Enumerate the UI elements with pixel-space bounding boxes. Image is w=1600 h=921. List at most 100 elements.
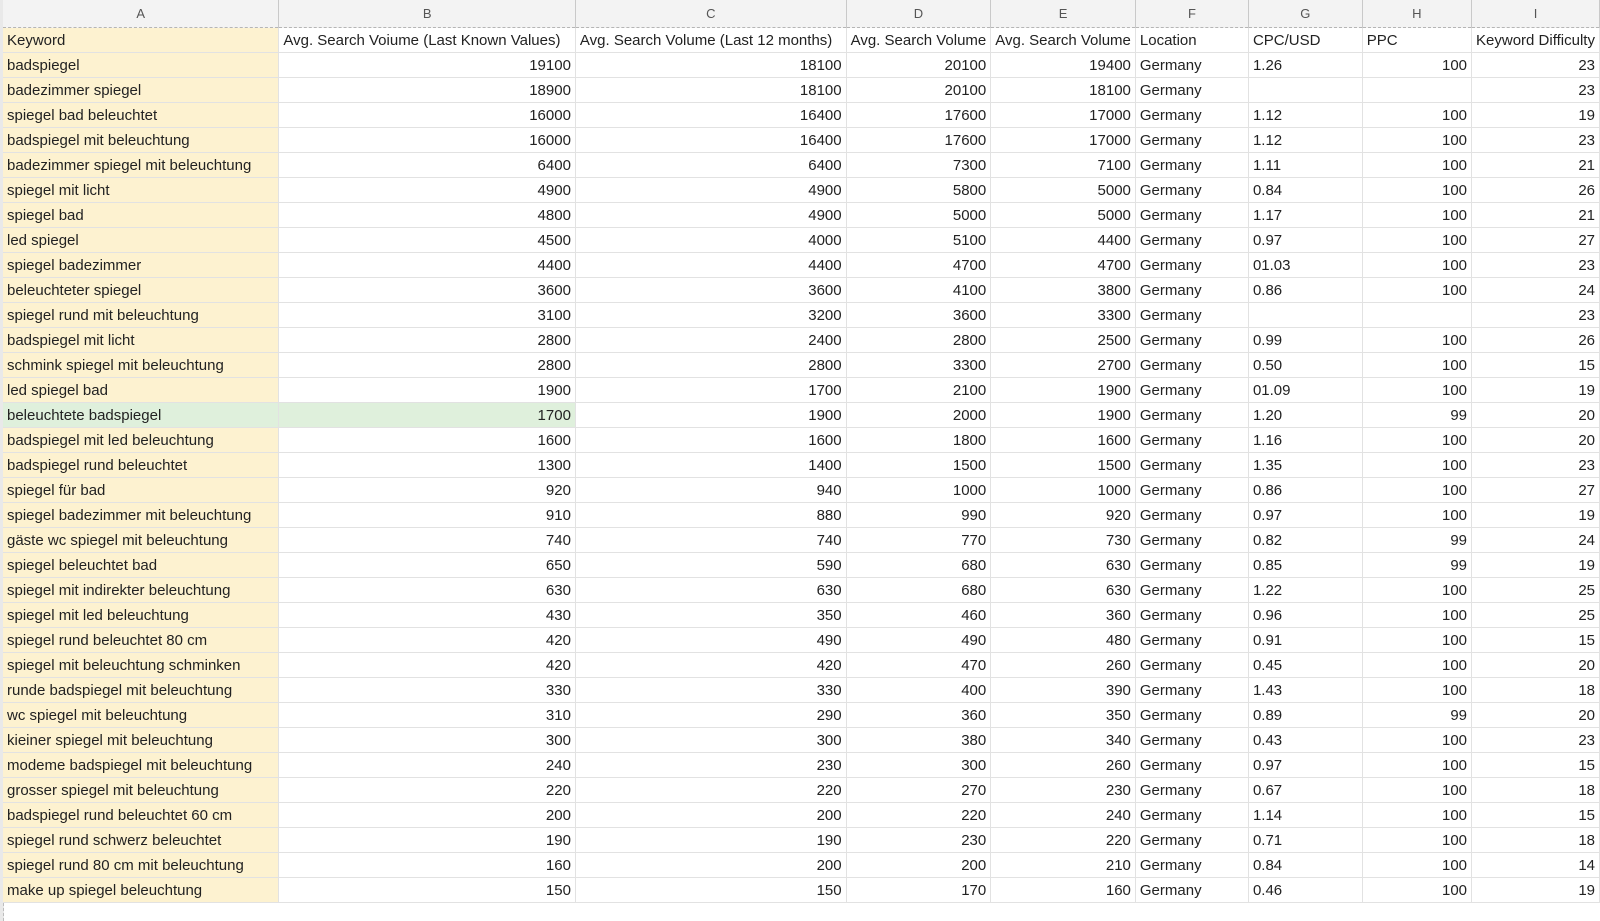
cell-h[interactable]: 100 [1362, 502, 1473, 528]
cell-c[interactable]: 1900 [575, 402, 847, 428]
cell-f[interactable]: Germany [1135, 227, 1249, 253]
cell-d[interactable]: 5100 [846, 227, 992, 253]
cell-a[interactable]: spiegel für bad [3, 477, 280, 503]
cell-h[interactable]: 99 [1362, 402, 1473, 428]
header-cell[interactable]: Location [1135, 27, 1249, 53]
cell-i[interactable]: 18 [1471, 827, 1600, 853]
cell-c[interactable]: 18100 [575, 77, 847, 103]
cell-a[interactable]: spiegel mit beleuchtung schminken [3, 652, 280, 678]
cell-f[interactable]: Germany [1135, 177, 1249, 203]
cell-c[interactable]: 200 [575, 802, 847, 828]
cell-b[interactable]: 200 [278, 802, 576, 828]
cell-h[interactable]: 100 [1362, 177, 1473, 203]
cell-g[interactable]: 1.22 [1248, 577, 1363, 603]
cell-f[interactable]: Germany [1135, 502, 1249, 528]
header-cell[interactable]: CPC/USD [1248, 27, 1363, 53]
cell-f[interactable]: Germany [1135, 302, 1249, 328]
cell-a[interactable]: badspiegel mit licht [3, 327, 280, 353]
cell-f[interactable]: Germany [1135, 102, 1249, 128]
cell-c[interactable]: 200 [575, 852, 847, 878]
cell-f[interactable]: Germany [1135, 652, 1249, 678]
cell-g[interactable]: 0.71 [1248, 827, 1363, 853]
cell-i[interactable]: 15 [1471, 802, 1600, 828]
cell-f[interactable]: Germany [1135, 152, 1249, 178]
cell-c[interactable]: 3600 [575, 277, 847, 303]
cell-h[interactable]: 100 [1362, 652, 1473, 678]
cell-f[interactable]: Germany [1135, 852, 1249, 878]
cell-a[interactable]: spiegel rund beleuchtet 80 cm [3, 627, 280, 653]
cell-i[interactable]: 20 [1471, 402, 1600, 428]
cell-f[interactable]: Germany [1135, 327, 1249, 353]
cell-e[interactable]: 1900 [990, 402, 1136, 428]
cell-c[interactable]: 18100 [575, 52, 847, 78]
cell-a[interactable]: make up spiegel beleuchtung [3, 877, 280, 903]
cell-g[interactable]: 0.85 [1248, 552, 1363, 578]
cell-e[interactable]: 630 [990, 577, 1136, 603]
cell-h[interactable]: 100 [1362, 277, 1473, 303]
cell-b[interactable]: 430 [278, 602, 576, 628]
column-header-d[interactable]: D [846, 0, 992, 28]
column-header-b[interactable]: B [278, 0, 576, 28]
cell-i[interactable]: 18 [1471, 777, 1600, 803]
cell-d[interactable]: 230 [846, 827, 992, 853]
cell-f[interactable]: Germany [1135, 477, 1249, 503]
cell-c[interactable]: 590 [575, 552, 847, 578]
cell-c[interactable]: 420 [575, 652, 847, 678]
cell-f[interactable]: Germany [1135, 877, 1249, 903]
cell-h[interactable]: 100 [1362, 727, 1473, 753]
cell-d[interactable]: 2100 [846, 377, 992, 403]
header-cell[interactable]: Avg. Search Volume [846, 27, 992, 53]
cell-e[interactable]: 230 [990, 777, 1136, 803]
cell-b[interactable]: 16000 [278, 102, 576, 128]
cell-b[interactable]: 4400 [278, 252, 576, 278]
cell-h[interactable]: 100 [1362, 327, 1473, 353]
cell-a[interactable]: modeme badspiegel mit beleuchtung [3, 752, 280, 778]
cell-c[interactable]: 940 [575, 477, 847, 503]
cell-a[interactable]: spiegel beleuchtet bad [3, 552, 280, 578]
cell-b[interactable]: 3600 [278, 277, 576, 303]
cell-d[interactable]: 1500 [846, 452, 992, 478]
cell-b[interactable]: 310 [278, 702, 576, 728]
cell-e[interactable]: 210 [990, 852, 1136, 878]
cell-i[interactable]: 15 [1471, 627, 1600, 653]
cell-c[interactable]: 3200 [575, 302, 847, 328]
cell-h[interactable]: 99 [1362, 527, 1473, 553]
cell-h[interactable]: 100 [1362, 802, 1473, 828]
cell-i[interactable]: 25 [1471, 602, 1600, 628]
column-header-i[interactable]: I [1471, 0, 1600, 28]
cell-g[interactable]: 01.03 [1248, 252, 1363, 278]
cell-c[interactable]: 4400 [575, 252, 847, 278]
cell-i[interactable]: 27 [1471, 477, 1600, 503]
cell-h[interactable]: 100 [1362, 627, 1473, 653]
cell-e[interactable]: 4400 [990, 227, 1136, 253]
cell-b[interactable]: 3100 [278, 302, 576, 328]
cell-b[interactable]: 4900 [278, 177, 576, 203]
cell-d[interactable]: 1000 [846, 477, 992, 503]
header-cell[interactable]: Keyword Difficulty [1471, 27, 1600, 53]
cell-g[interactable]: 0.84 [1248, 177, 1363, 203]
cell-a[interactable]: spiegel mit led beleuchtung [3, 602, 280, 628]
cell-a[interactable]: spiegel rund 80 cm mit beleuchtung [3, 852, 280, 878]
cell-e[interactable]: 340 [990, 727, 1136, 753]
cell-c[interactable]: 16400 [575, 127, 847, 153]
cell-b[interactable]: 300 [278, 727, 576, 753]
cell-h[interactable] [1362, 302, 1473, 328]
cell-a[interactable]: spiegel bad beleuchtet [3, 102, 280, 128]
cell-b[interactable]: 650 [278, 552, 576, 578]
cell-d[interactable]: 300 [846, 752, 992, 778]
cell-h[interactable]: 100 [1362, 427, 1473, 453]
cell-a[interactable]: grosser spiegel mit beleuchtung [3, 777, 280, 803]
cell-g[interactable]: 1.11 [1248, 152, 1363, 178]
cell-i[interactable]: 15 [1471, 352, 1600, 378]
cell-e[interactable]: 1000 [990, 477, 1136, 503]
cell-e[interactable]: 17000 [990, 127, 1136, 153]
cell-d[interactable]: 2800 [846, 327, 992, 353]
cell-f[interactable]: Germany [1135, 602, 1249, 628]
cell-d[interactable]: 990 [846, 502, 992, 528]
cell-e[interactable]: 630 [990, 552, 1136, 578]
cell-b[interactable]: 330 [278, 677, 576, 703]
cell-d[interactable]: 20100 [846, 52, 992, 78]
cell-c[interactable]: 230 [575, 752, 847, 778]
cell-h[interactable]: 100 [1362, 252, 1473, 278]
cell-e[interactable]: 3800 [990, 277, 1136, 303]
